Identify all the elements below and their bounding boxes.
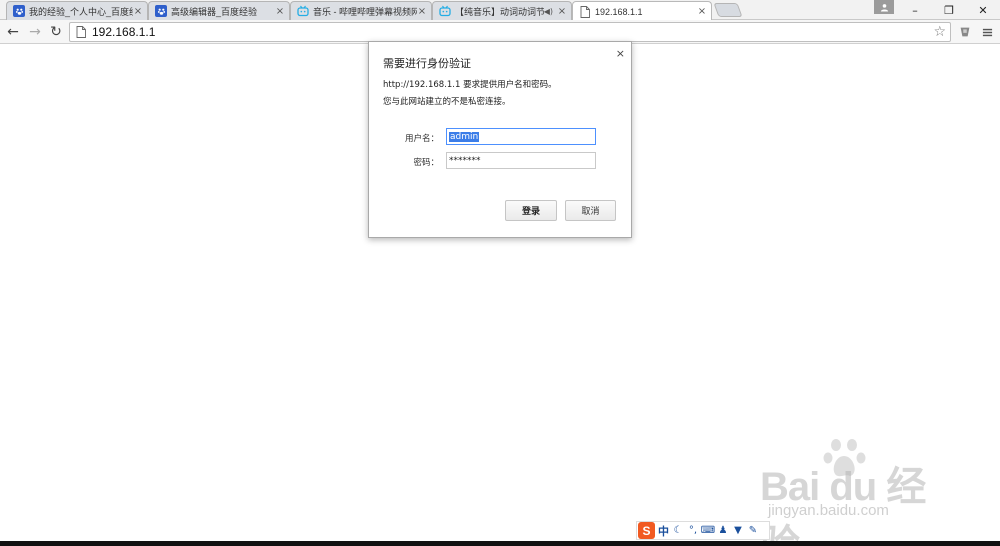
tab-strip: 我的经验_个人中心_百度经验 × 高级编辑器_百度经验 × 音乐 - 哔哩哔哩弹…	[0, 0, 1000, 21]
address-bar[interactable]: 192.168.1.1 ☆	[69, 22, 951, 42]
close-icon[interactable]: ×	[417, 6, 427, 17]
new-tab-button[interactable]	[713, 3, 743, 17]
baidu-paw-icon	[155, 5, 167, 17]
page-icon	[76, 26, 86, 38]
password-label: 密码：	[413, 158, 439, 168]
username-label: 用户名：	[404, 134, 439, 144]
moon-icon[interactable]: ☾	[672, 525, 684, 537]
taskbar	[0, 541, 1000, 546]
bilibili-tv-icon	[439, 5, 451, 17]
tab-router-login[interactable]: 192.168.1.1 ×	[572, 1, 712, 21]
login-button[interactable]: 登录	[505, 200, 557, 221]
bilibili-tv-icon	[297, 5, 309, 17]
baidu-watermark: Bai du 经验 jingyan.baidu.com	[760, 436, 960, 546]
tab-title: 高级编辑器_百度经验	[171, 6, 258, 17]
page-icon	[579, 5, 591, 18]
cancel-button[interactable]: 取消	[565, 200, 616, 221]
ime-mode-toggle[interactable]: 中	[658, 523, 669, 539]
profile-icon[interactable]	[874, 0, 894, 14]
user-icon[interactable]: ♟	[717, 525, 729, 537]
minimize-icon[interactable]: –	[898, 0, 932, 20]
tab-title: 192.168.1.1	[595, 6, 643, 17]
tab-title: 音乐 - 哔哩哔哩弹幕视频网	[313, 6, 417, 17]
password-value: *******	[449, 155, 481, 166]
tab-my-experience[interactable]: 我的经验_个人中心_百度经验 ×	[6, 1, 148, 20]
back-arrow-icon[interactable]: ←	[5, 24, 21, 40]
auth-message: http://192.168.1.1 要求提供用户名和密码。	[383, 80, 557, 90]
window-controls: – ❐ ✕	[898, 0, 1000, 20]
bookmark-star-icon[interactable]: ☆	[933, 24, 946, 40]
punctuation-icon[interactable]: °,	[687, 525, 699, 537]
password-input[interactable]: *******	[446, 152, 596, 169]
forward-arrow-icon[interactable]: →	[27, 24, 43, 40]
tab-title: 【纯音乐】动词动词节奏	[455, 6, 544, 17]
url-text: 192.168.1.1	[92, 25, 156, 39]
skin-icon[interactable]: ▼	[732, 525, 744, 537]
tab-advanced-editor[interactable]: 高级编辑器_百度经验 ×	[148, 1, 290, 20]
tab-pure-music[interactable]: 【纯音乐】动词动词节奏 ◀) ×	[432, 1, 572, 20]
close-icon[interactable]: ×	[133, 6, 143, 17]
baidu-paw-icon	[13, 5, 25, 17]
tab-bilibili-music[interactable]: 音乐 - 哔哩哔哩弹幕视频网 ×	[290, 1, 432, 20]
close-icon[interactable]: ×	[557, 6, 567, 17]
auth-dialog: 需要进行身份验证 × http://192.168.1.1 要求提供用户名和密码…	[368, 41, 632, 238]
ime-toolbar: S 中 ☾ °, ⌨ ♟ ▼ ✎	[636, 521, 770, 540]
sogou-logo-icon[interactable]: S	[638, 522, 655, 539]
restore-icon[interactable]: ❐	[932, 0, 966, 20]
watermark-url: jingyan.baidu.com	[768, 502, 889, 519]
username-input[interactable]: admin	[446, 128, 596, 145]
watermark-brand: Bai du 经验	[760, 465, 926, 546]
wrench-icon[interactable]: ✎	[747, 525, 759, 537]
close-icon[interactable]: ×	[697, 6, 707, 17]
username-value: admin	[449, 131, 480, 142]
close-icon[interactable]: ×	[275, 6, 285, 17]
close-icon[interactable]: ×	[616, 47, 625, 60]
dialog-title: 需要进行身份验证	[383, 57, 471, 70]
speaker-icon[interactable]: ◀)	[544, 7, 553, 16]
extension-icon[interactable]	[957, 24, 973, 40]
privacy-warning: 您与此网站建立的不是私密连接。	[383, 97, 511, 107]
menu-icon[interactable]	[979, 24, 995, 40]
keyboard-icon[interactable]: ⌨	[701, 525, 715, 537]
reload-icon[interactable]: ↻	[48, 24, 64, 40]
tab-title: 我的经验_个人中心_百度经验	[29, 6, 133, 17]
window-close-icon[interactable]: ✕	[966, 0, 1000, 20]
